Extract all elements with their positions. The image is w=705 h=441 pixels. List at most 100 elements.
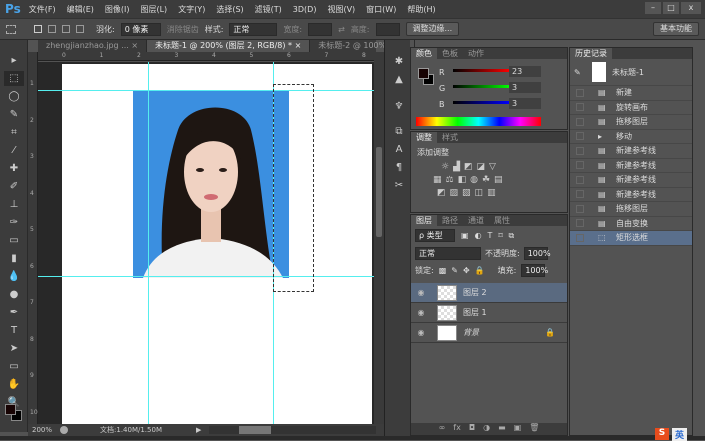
selective-color-icon[interactable]: ◫ [475,188,484,198]
color-lookup-icon[interactable]: ▤ [494,175,503,185]
g-slider[interactable] [453,85,510,88]
layer-row[interactable]: ◉ 图层 1 [411,303,567,323]
history-item[interactable]: ⬚ 矩形选框 [570,231,692,246]
vertical-scrollbar[interactable] [374,52,384,424]
menu-image[interactable]: 图像(I) [105,4,130,15]
history-item[interactable]: ▤ 拖移图层 [570,202,692,217]
history-checkbox[interactable] [576,161,584,170]
history-item[interactable]: ▤ 新建 [570,86,692,101]
path-select-tool-icon[interactable]: ➤ [4,341,24,356]
menu-help[interactable]: 帮助(H) [407,4,435,15]
history-checkbox[interactable] [576,204,584,213]
history-item[interactable]: ▤ 拖移图层 [570,115,692,130]
history-item[interactable]: ▤ 自由变换 [570,217,692,231]
tab-swatches[interactable]: 色板 [437,48,463,59]
lock-all-icon[interactable]: 🔒 [475,266,485,275]
r-value-input[interactable]: 23 [509,66,541,77]
tab-adjustments[interactable]: 调整 [411,132,437,143]
workspace-button[interactable]: 基本功能 [653,22,699,36]
r-slider[interactable] [453,69,510,72]
eraser-tool-icon[interactable]: ▭ [4,233,24,248]
pen-tool-icon[interactable]: ✒ [4,305,24,320]
history-snapshot[interactable]: ✎ 未标题-1 [570,59,692,86]
history-checkbox[interactable] [576,146,584,155]
menu-filter[interactable]: 滤镜(T) [255,4,282,15]
history-checkbox[interactable] [576,175,584,184]
type-tool-icon[interactable]: T [4,323,24,338]
ime-mode-indicator[interactable]: 英 [672,428,688,441]
type-filter-icon[interactable]: T [488,231,493,240]
layer-filter-select[interactable]: ρ 类型 [415,229,455,242]
intersect-selection-icon[interactable] [76,25,84,33]
maximize-button[interactable]: □ [663,2,679,14]
style-select[interactable]: 正常 [229,22,278,36]
eyedropper-tool-icon[interactable]: ⁄ [4,143,24,158]
minimize-button[interactable]: – [645,2,661,14]
width-input[interactable] [308,22,333,36]
marquee-tool-icon[interactable] [6,24,16,34]
tool-preset-icon[interactable]: ✂ [389,178,409,193]
shape-tool-icon[interactable]: ▭ [4,359,24,374]
photo-filter-icon[interactable]: ◍ [470,175,478,185]
lasso-tool-icon[interactable]: ◯ [4,89,24,104]
adjustment-filter-icon[interactable]: ◐ [475,231,482,240]
menu-3d[interactable]: 3D(D) [293,5,317,14]
dodge-tool-icon[interactable]: ● [4,287,24,302]
foreground-color-swatch[interactable] [418,68,429,79]
history-checkbox[interactable] [576,117,584,126]
layer-row[interactable]: ◉ 图层 2 [411,283,567,303]
black-white-icon[interactable]: ◧ [458,175,467,185]
close-button[interactable]: x [681,2,701,14]
blur-tool-icon[interactable]: 💧 [4,269,24,284]
marquee-tool-icon[interactable]: ⬚ [4,71,24,86]
history-checkbox[interactable] [576,233,584,242]
group-icon[interactable]: ▬ [498,423,506,435]
hand-tool-icon[interactable]: ✋ [4,377,24,392]
navigator-icon[interactable]: ✱ [389,54,409,69]
menu-window[interactable]: 窗口(W) [366,4,396,15]
swap-icon[interactable]: ⇄ [338,25,345,34]
guide-horizontal[interactable] [38,276,374,277]
horizontal-scrollbar[interactable] [209,426,376,434]
threshold-icon[interactable]: ▧ [462,188,471,198]
lock-position-icon[interactable]: ✥ [463,266,470,275]
character-icon[interactable]: A [389,142,409,157]
tab-untitled-1[interactable]: 未标题-1 @ 200% (图层 2, RGB/8) * × [147,40,311,52]
gradient-tool-icon[interactable]: ▮ [4,251,24,266]
history-item[interactable]: ▤ 新建参考线 [570,188,692,202]
guide-horizontal[interactable] [38,90,374,91]
history-item[interactable]: ▤ 新建参考线 [570,173,692,188]
tab-layers[interactable]: 图层 [411,215,437,226]
color-spectrum-bar[interactable] [416,117,541,126]
history-checkbox[interactable] [576,190,584,199]
history-item[interactable]: ▤ 旋转画布 [570,101,692,115]
color-balance-icon[interactable]: ⚖ [446,175,454,185]
status-arrow-icon[interactable]: ▶ [196,426,201,434]
menu-select[interactable]: 选择(S) [216,4,243,15]
blend-mode-select[interactable]: 正常 [415,247,481,260]
tab-actions[interactable]: 动作 [463,48,489,59]
posterize-icon[interactable]: ▨ [450,188,459,198]
crop-tool-icon[interactable]: ⌗ [4,125,24,140]
exposure-icon[interactable]: ◪ [477,162,486,172]
zoom-level[interactable]: 200% [32,426,52,434]
menu-view[interactable]: 视图(V) [327,4,355,15]
rectangular-selection[interactable] [273,84,314,292]
menu-layer[interactable]: 图层(L) [140,4,167,15]
shape-filter-icon[interactable]: ⌑ [498,231,502,240]
foreground-color-swatch[interactable] [5,404,16,415]
close-tab-icon[interactable]: × [131,41,138,50]
healing-brush-icon[interactable]: ✚ [4,161,24,176]
tab-properties[interactable]: 属性 [489,215,515,226]
visibility-eye-icon[interactable]: ◉ [411,288,431,297]
height-input[interactable] [375,22,400,36]
layer-row[interactable]: ◉ 背景 🔒 [411,323,567,343]
delete-layer-icon[interactable]: 🗑 [529,423,539,435]
history-checkbox[interactable] [576,132,584,141]
lock-paint-icon[interactable]: ✎ [451,266,458,275]
brush-preset-icon[interactable]: ♆ [389,99,409,114]
new-layer-icon[interactable]: ▣ [514,423,522,435]
levels-icon[interactable]: ▟ [453,162,460,172]
scroll-thumb[interactable] [239,426,272,434]
history-checkbox[interactable] [576,88,584,97]
